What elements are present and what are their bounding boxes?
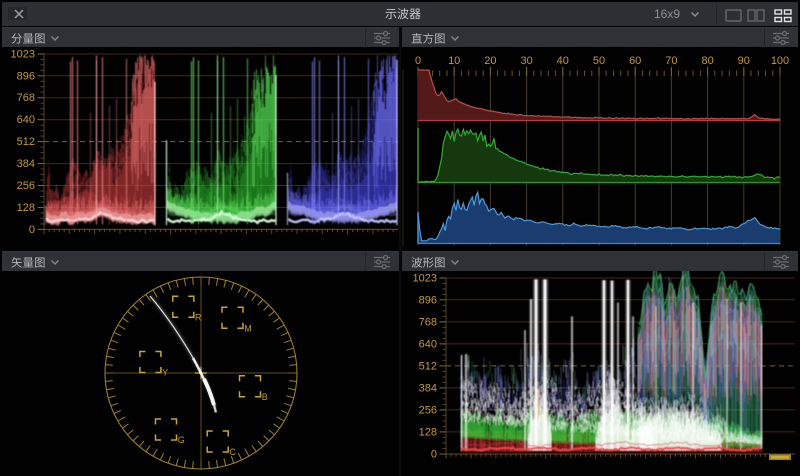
svg-text:0: 0 — [415, 55, 421, 67]
svg-text:768: 768 — [419, 316, 437, 328]
svg-text:0: 0 — [29, 224, 35, 236]
svg-text:20: 20 — [484, 55, 496, 67]
svg-text:B: B — [262, 392, 268, 402]
svg-text:50: 50 — [593, 55, 605, 67]
svg-text:896: 896 — [17, 70, 35, 82]
svg-text:1023: 1023 — [11, 49, 35, 61]
svg-text:512: 512 — [17, 136, 35, 148]
svg-text:90: 90 — [738, 55, 750, 67]
svg-text:70: 70 — [665, 55, 677, 67]
svg-text:40: 40 — [557, 55, 569, 67]
svg-text:100: 100 — [771, 55, 789, 67]
svg-text:256: 256 — [419, 404, 437, 416]
svg-text:896: 896 — [419, 294, 437, 306]
svg-text:10: 10 — [448, 55, 460, 67]
svg-text:C: C — [229, 447, 236, 457]
svg-text:512: 512 — [419, 360, 437, 372]
svg-text:256: 256 — [17, 180, 35, 192]
svg-text:80: 80 — [701, 55, 713, 67]
svg-text:Y: Y — [162, 368, 168, 378]
svg-text:G: G — [178, 435, 185, 445]
svg-text:128: 128 — [17, 202, 35, 214]
svg-text:384: 384 — [419, 382, 437, 394]
svg-text:60: 60 — [629, 55, 641, 67]
svg-text:640: 640 — [419, 338, 437, 350]
svg-text:384: 384 — [17, 158, 35, 170]
svg-text:30: 30 — [520, 55, 532, 67]
svg-text:768: 768 — [17, 92, 35, 104]
svg-text:128: 128 — [419, 426, 437, 438]
svg-text:R: R — [195, 312, 202, 322]
svg-text:640: 640 — [17, 114, 35, 126]
svg-text:1023: 1023 — [413, 273, 437, 285]
svg-text:M: M — [244, 323, 252, 333]
svg-text:0: 0 — [431, 449, 437, 461]
